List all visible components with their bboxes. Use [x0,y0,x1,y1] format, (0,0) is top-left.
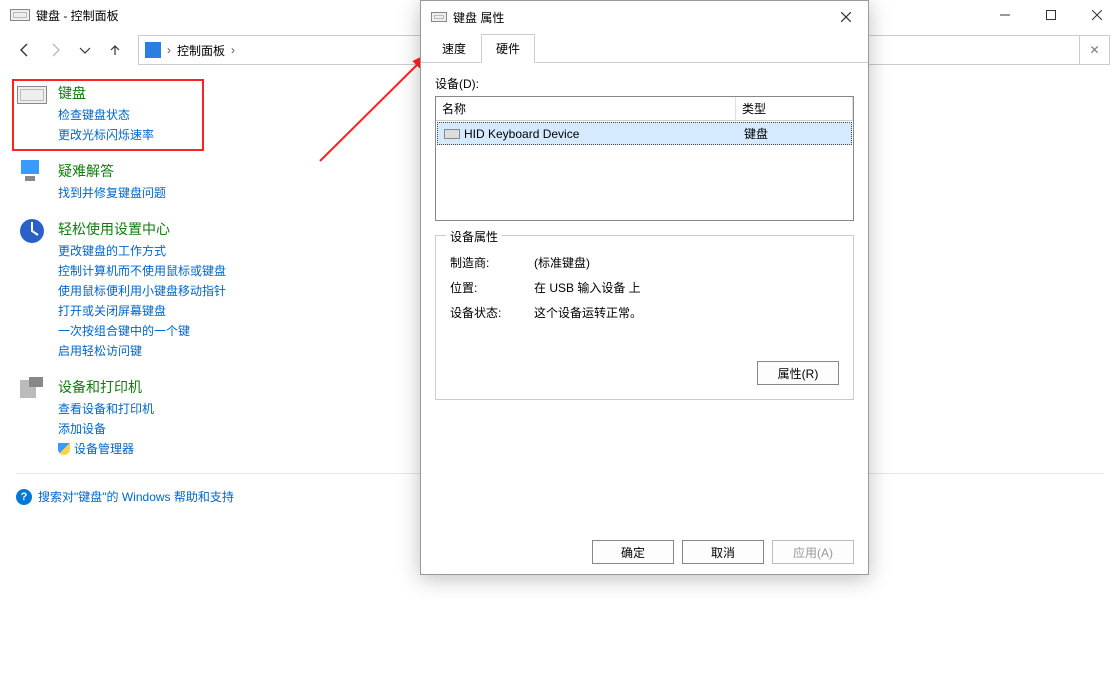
window-title: 键盘 - 控制面板 [36,7,119,24]
nav-recent[interactable] [70,35,100,65]
help-icon: ? [16,489,32,505]
link-device-manager[interactable]: 设备管理器 [58,440,154,457]
tab-speed[interactable]: 速度 [427,34,481,63]
keyboard-dialog-icon [431,12,447,22]
location-value: 在 USB 输入设备 上 [534,279,641,296]
nav-back[interactable] [10,35,40,65]
link-search-help[interactable]: 搜索对"键盘"的 Windows 帮助和支持 [38,488,234,505]
status-value: 这个设备运转正常。 [534,304,642,321]
ok-button[interactable]: 确定 [592,540,674,564]
manufacturer-value: (标准键盘) [534,254,590,271]
link-devices-1[interactable]: 添加设备 [58,420,154,437]
col-header-type[interactable]: 类型 [736,97,853,120]
keyboard-row-icon [444,129,460,139]
devices-label: 设备(D): [435,75,854,92]
breadcrumb-sep-icon: › [167,43,171,57]
link-fix-keyboard[interactable]: 找到并修复键盘问题 [58,184,166,201]
nav-forward[interactable] [40,35,70,65]
category-devices-title[interactable]: 设备和打印机 [58,377,154,397]
properties-button[interactable]: 属性(R) [757,361,839,385]
category-ease-title[interactable]: 轻松使用设置中心 [58,219,226,239]
device-type-cell: 键盘 [738,123,851,144]
close-button[interactable] [1074,0,1120,30]
link-check-keyboard-status[interactable]: 检查键盘状态 [58,106,154,123]
nav-up[interactable] [100,35,130,65]
device-table: 名称 类型 HID Keyboard Device 键盘 [435,96,854,221]
link-ease-1[interactable]: 控制计算机而不使用鼠标或键盘 [58,262,226,279]
manufacturer-label: 制造商: [450,254,534,271]
devices-category-icon [16,373,48,405]
maximize-button[interactable] [1028,0,1074,30]
apply-button[interactable]: 应用(A) [772,540,854,564]
link-ease-3[interactable]: 打开或关闭屏幕键盘 [58,302,226,319]
control-panel-icon [145,42,161,58]
breadcrumb-sep-icon: › [231,43,235,57]
status-label: 设备状态: [450,304,534,321]
keyboard-properties-dialog: 键盘 属性 速度 硬件 设备(D): 名称 类型 HID Keyboard De… [420,0,869,575]
col-header-name[interactable]: 名称 [436,97,736,120]
keyboard-app-icon [10,9,30,21]
keyboard-category-icon [16,79,48,111]
link-ease-4[interactable]: 一次按组合键中的一个键 [58,322,226,339]
cancel-button[interactable]: 取消 [682,540,764,564]
location-label: 位置: [450,279,534,296]
link-ease-2[interactable]: 使用鼠标便利用小键盘移动指针 [58,282,226,299]
breadcrumb-clear[interactable]: ✕ [1080,35,1110,65]
dialog-close-button[interactable] [823,1,868,33]
link-change-cursor-blink[interactable]: 更改光标闪烁速率 [58,126,154,143]
device-name-cell: HID Keyboard Device [464,127,579,141]
link-devices-0[interactable]: 查看设备和打印机 [58,400,154,417]
link-ease-5[interactable]: 启用轻松访问键 [58,342,226,359]
tab-hardware[interactable]: 硬件 [481,34,535,63]
troubleshoot-category-icon [16,157,48,189]
device-row[interactable]: HID Keyboard Device 键盘 [437,122,852,145]
device-props-group-title: 设备属性 [446,228,502,245]
link-ease-0[interactable]: 更改键盘的工作方式 [58,242,226,259]
category-troubleshoot-title[interactable]: 疑难解答 [58,161,166,181]
category-keyboard-title[interactable]: 键盘 [58,83,154,103]
dialog-title: 键盘 属性 [453,9,504,26]
ease-category-icon [16,215,48,247]
breadcrumb-text: 控制面板 [177,42,225,59]
minimize-button[interactable] [982,0,1028,30]
